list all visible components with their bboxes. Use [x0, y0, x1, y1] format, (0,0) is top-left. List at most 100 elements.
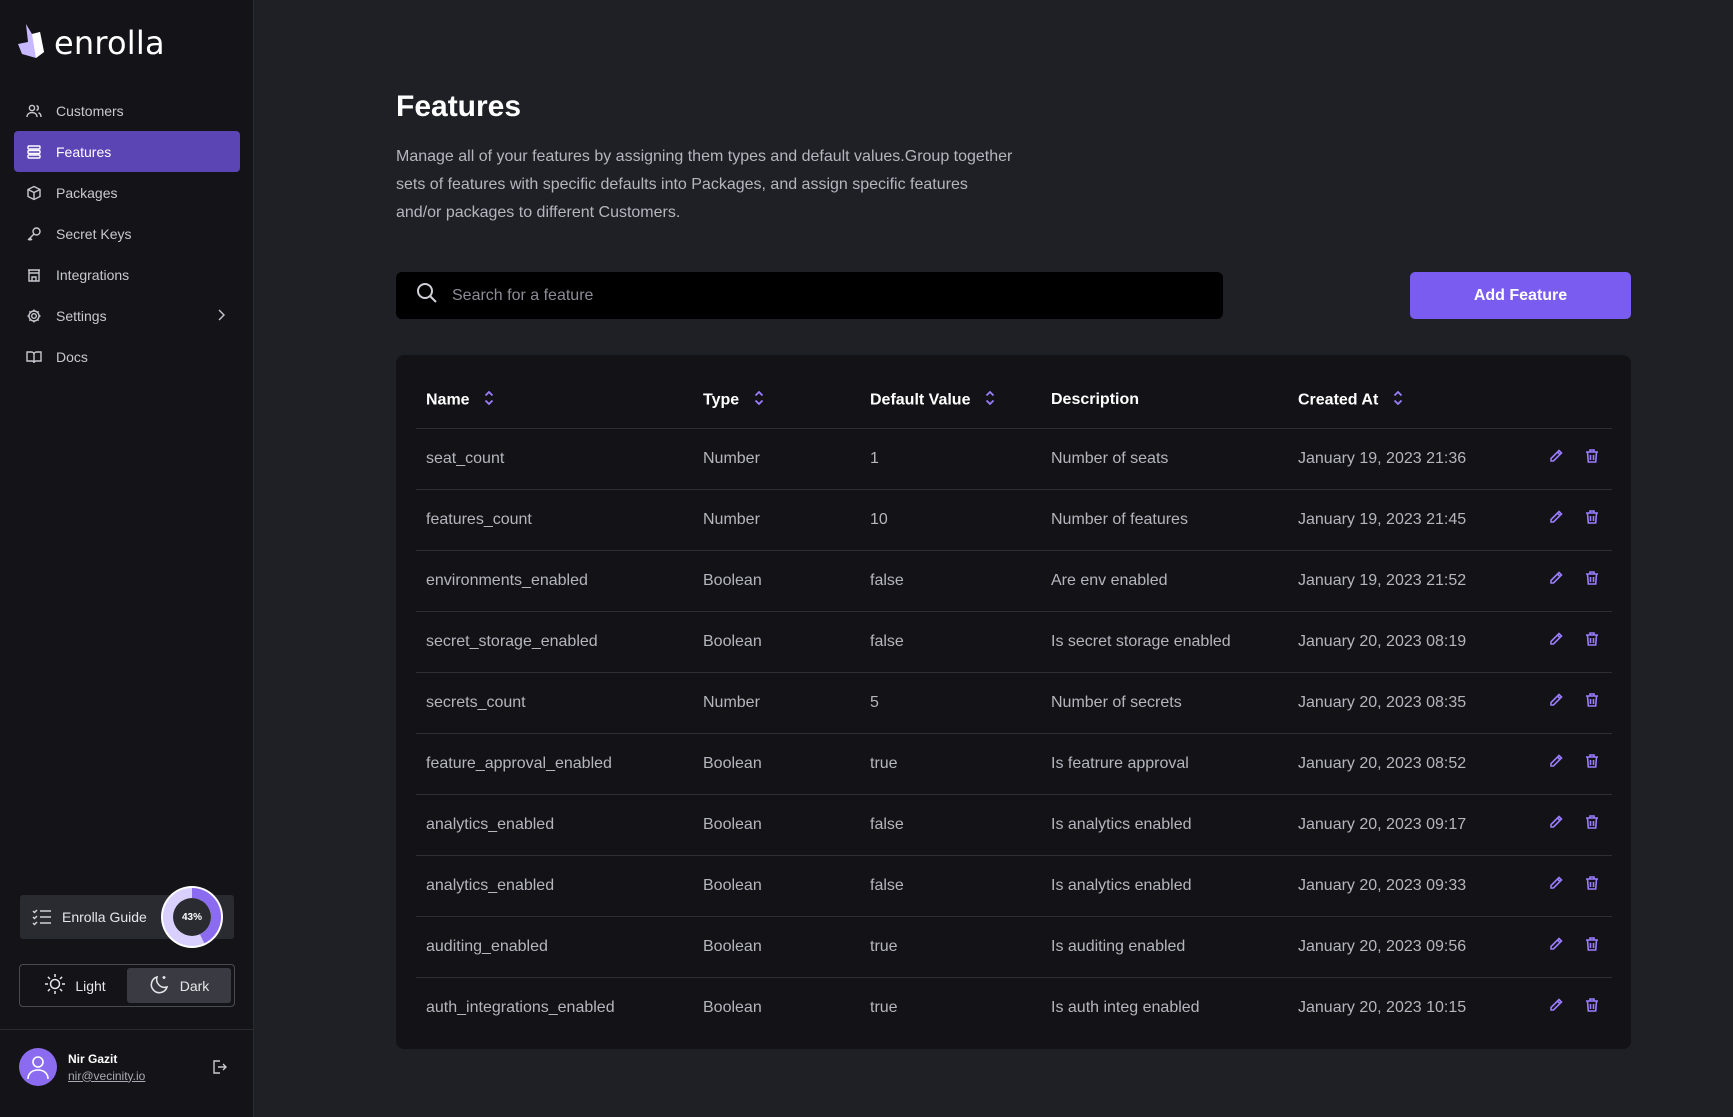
cell-name: auth_integrations_enabled	[426, 998, 615, 1016]
cell-actions	[1518, 794, 1612, 856]
table-row[interactable]: feature_approval_enabled Boolean true Is…	[416, 733, 1612, 795]
cell-name: secret_storage_enabled	[416, 611, 693, 673]
theme-dark-button[interactable]: Dark	[127, 968, 231, 1003]
edit-icon[interactable]	[1548, 875, 1564, 896]
table-row[interactable]: seat_count Number 1 Number of seats Janu…	[416, 428, 1612, 490]
logout-icon[interactable]	[211, 1059, 227, 1080]
enrolla-guide-button[interactable]: Enrolla Guide 43%	[20, 886, 234, 948]
brand-name: enrolla	[54, 23, 165, 62]
user-info: Nir Gazit nir@vecinity.io	[68, 1052, 145, 1083]
sun-icon	[44, 973, 66, 998]
sidebar-item-customers[interactable]: Customers	[14, 90, 240, 131]
column-header-actions	[1518, 373, 1612, 429]
cell-name: analytics_enabled	[416, 794, 693, 856]
cell-default-value: false	[860, 550, 1041, 612]
users-icon	[26, 103, 42, 119]
edit-icon[interactable]	[1548, 448, 1564, 469]
cell-actions	[1518, 977, 1612, 1038]
trash-icon[interactable]	[1584, 448, 1600, 469]
sidebar-item-label: Secret Keys	[56, 225, 132, 242]
sidebar-nav: Customers Features Packages Secret Keys …	[14, 90, 240, 377]
edit-icon[interactable]	[1548, 997, 1564, 1018]
trash-icon[interactable]	[1584, 875, 1600, 896]
cell-type: Number	[693, 489, 860, 551]
add-feature-button[interactable]: Add Feature	[1410, 272, 1631, 319]
cell-created-at: January 20, 2023 08:19	[1288, 611, 1518, 673]
cell-default-value: true	[870, 998, 898, 1016]
sort-icon[interactable]	[754, 390, 764, 411]
checklist-icon	[32, 908, 52, 926]
cell-name: feature_approval_enabled	[416, 733, 693, 795]
sidebar-item-features[interactable]: Features	[14, 131, 240, 172]
cell-name: auditing_enabled	[416, 916, 693, 978]
sort-icon[interactable]	[1393, 390, 1403, 411]
cell-type: Boolean	[703, 998, 762, 1016]
key-icon	[26, 226, 42, 242]
column-header-label: Type	[703, 391, 740, 409]
sidebar-item-label: Packages	[56, 184, 118, 201]
cell-actions	[1518, 672, 1612, 734]
brand-logo[interactable]: enrolla	[18, 22, 165, 63]
sidebar-item-secret-keys[interactable]: Secret Keys	[14, 213, 240, 254]
theme-light-button[interactable]: Light	[23, 968, 127, 1003]
trash-icon[interactable]	[1584, 753, 1600, 774]
trash-icon[interactable]	[1584, 692, 1600, 713]
search-bar	[396, 272, 1223, 319]
trash-icon[interactable]	[1584, 936, 1600, 957]
table-row[interactable]: auth_integrations_enabled Boolean true I…	[416, 977, 1612, 1038]
sort-icon[interactable]	[484, 390, 494, 411]
cell-actions	[1518, 733, 1612, 795]
cell-created-at: January 20, 2023 09:17	[1288, 794, 1518, 856]
table-row[interactable]: secrets_count Number 5 Number of secrets…	[416, 672, 1612, 734]
column-header-name[interactable]: Name	[416, 373, 693, 429]
edit-icon[interactable]	[1548, 753, 1564, 774]
sidebar-item-settings[interactable]: Settings	[14, 295, 240, 336]
edit-icon[interactable]	[1548, 509, 1564, 530]
cell-actions	[1518, 916, 1612, 978]
sidebar-item-docs[interactable]: Docs	[14, 336, 240, 377]
sidebar-item-integrations[interactable]: Integrations	[14, 254, 240, 295]
search-input[interactable]	[452, 286, 1152, 305]
cell-created-at: January 19, 2023 21:45	[1288, 489, 1518, 551]
column-header-type[interactable]: Type	[693, 373, 860, 429]
table-row[interactable]: features_count Number 10 Number of featu…	[416, 489, 1612, 551]
sidebar-item-label: Integrations	[56, 266, 130, 283]
page-description: Manage all of your features by assigning…	[396, 148, 1013, 221]
cell-description: Is analytics enabled	[1041, 855, 1288, 917]
features-table-card: Name Type Default Value Description Crea…	[396, 355, 1631, 1049]
avatar[interactable]	[19, 1048, 57, 1086]
trash-icon[interactable]	[1584, 570, 1600, 591]
column-header-created-at[interactable]: Created At	[1288, 373, 1518, 429]
edit-icon[interactable]	[1548, 631, 1564, 652]
sidebar-item-packages[interactable]: Packages	[14, 172, 240, 213]
table-row[interactable]: secret_storage_enabled Boolean false Is …	[416, 611, 1612, 673]
cell-description: Is featrure approval	[1041, 733, 1288, 795]
column-header-default-value[interactable]: Default Value	[860, 373, 1041, 429]
edit-icon[interactable]	[1548, 570, 1564, 591]
sidebar-item-label: Features	[56, 143, 112, 160]
trash-icon[interactable]	[1584, 814, 1600, 835]
edit-icon[interactable]	[1548, 936, 1564, 957]
cell-default-value: false	[860, 611, 1041, 673]
book-icon	[26, 349, 42, 365]
trash-icon[interactable]	[1584, 997, 1600, 1018]
cell-actions	[1518, 550, 1612, 612]
trash-icon[interactable]	[1584, 631, 1600, 652]
edit-icon[interactable]	[1548, 814, 1564, 835]
cell-name: features_count	[416, 489, 693, 551]
sort-icon[interactable]	[985, 390, 995, 411]
building-icon	[26, 267, 42, 283]
table-row[interactable]: analytics_enabled Boolean false Is analy…	[416, 794, 1612, 856]
table-row[interactable]: auditing_enabled Boolean true Is auditin…	[416, 916, 1612, 978]
trash-icon[interactable]	[1584, 509, 1600, 530]
edit-icon[interactable]	[1548, 692, 1564, 713]
cell-actions	[1518, 428, 1612, 490]
table-header-row: Name Type Default Value Description Crea…	[416, 373, 1612, 429]
user-email[interactable]: nir@vecinity.io	[68, 1069, 145, 1083]
table-row[interactable]: environments_enabled Boolean false Are e…	[416, 550, 1612, 612]
features-table: Name Type Default Value Description Crea…	[416, 373, 1612, 1038]
column-header-label: Name	[426, 391, 470, 409]
list-icon	[26, 144, 42, 160]
sidebar-item-label: Customers	[56, 102, 124, 119]
table-row[interactable]: analytics_enabled Boolean false Is analy…	[416, 855, 1612, 917]
